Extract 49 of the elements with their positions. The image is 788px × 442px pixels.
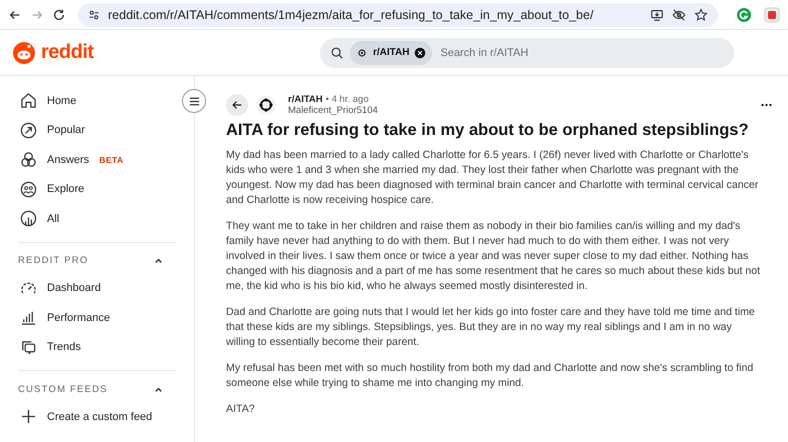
people-icon [20,180,37,198]
eye-slash-icon[interactable] [672,8,686,22]
community-chip[interactable]: r/AITAH [350,40,432,64]
plus-icon [20,408,37,426]
address-bar[interactable]: reddit.com/r/AITAH/comments/1m4jezm/aita_for_refusing_to_take_in_my_about_to_be/ [78,2,718,26]
circles-icon [20,151,37,168]
search-field[interactable]: r/AITAH Search in r/AITAH [320,38,734,68]
logo-icon[interactable] [12,40,36,64]
star-icon[interactable] [694,8,708,22]
sidebar-item[interactable]: Trends [18,332,176,362]
author-link[interactable]: Maleficent_Prior5104 [288,105,378,116]
post-time: • 4 hr. ago [326,94,369,105]
community-icon [356,46,368,58]
chat-bubbles-icon [20,338,37,356]
sidebar-item[interactable]: Dashboard [18,274,176,303]
arrow-circle-icon [20,122,37,139]
search-icon [330,46,344,60]
post-paragraph: They want me to take in her children and raise them as nobody in their bio families can/is willing and my dad's family have never had anything to do with them. But I never had much to do with them either. I was not very involved in their lives. I saw them once or twice a year and was never super close to my dad either. Nothing has changed with his diagnosis and a part of me has some resentment that he cares so much about these kids but not me, the kid who is his bio kid, who he always seemed mostly disinterested in. [226,219,762,294]
section-header[interactable]: CUSTOM FEEDS [18,379,176,399]
post-title: AITA for refusing to take in my about to be orphaned stepsiblings? [226,121,750,140]
post-paragraph: My refusal has been met with so much hostility from both my dad and Charlotte and now she's scrambling to find someone else while trying to shame me into changing my mind. [226,361,754,391]
menu-icon [188,94,200,108]
sidebar-item[interactable]: All [18,204,176,234]
sidebar-item[interactable]: Answers BETA [18,145,176,174]
back-arrow-icon [231,99,243,111]
post-paragraph: My dad has been married to a lady called Charlotte for 6.5 years. I (26f) never lived with Charlotte or Charlotte's kids who were 1 and 3 when she married my dad. They lost their father when Charlotte was pregnant with the youngest. Now my dad has been diagnosed with terminal brain cancer and Charlotte with terminal cervical cancer and Charlotte is now receiving hospice care. [226,148,760,208]
reload-icon[interactable] [52,8,66,22]
back-button[interactable] [226,94,248,116]
bar-chart-icon [20,309,37,326]
close-icon[interactable] [414,46,426,58]
section-header[interactable]: REDDIT PRO [18,250,176,270]
chart-circle-icon [20,210,37,228]
sidebar-item[interactable]: Popular [18,116,176,145]
sidebar-item[interactable]: Performance [18,303,176,332]
post-paragraph: Dad and Charlotte are going nuts that I would let her kids go into foster care and they have told me time and time that these kids are my siblings. Stepsiblings, yes. But they are in no way my real siblings and I am in no way willing to essentially become their parent. [226,305,756,350]
subreddit-link[interactable]: r/AITAH [288,94,323,105]
site-settings-icon[interactable] [88,8,100,20]
post-paragraph: AITA? [226,402,256,417]
extension-icon[interactable] [736,6,752,22]
sidebar-item[interactable]: Create a custom feed [18,402,176,432]
beta-label: BETA [99,154,124,165]
sidebar-item[interactable]: Home [18,86,176,116]
sidebar-item[interactable]: Explore [18,174,176,204]
more-icon[interactable] [761,103,772,107]
menu-button[interactable] [182,89,206,113]
home-icon [20,92,37,110]
community-icon[interactable] [256,95,276,115]
extension-icon[interactable] [764,6,780,22]
install-icon[interactable] [650,8,664,22]
